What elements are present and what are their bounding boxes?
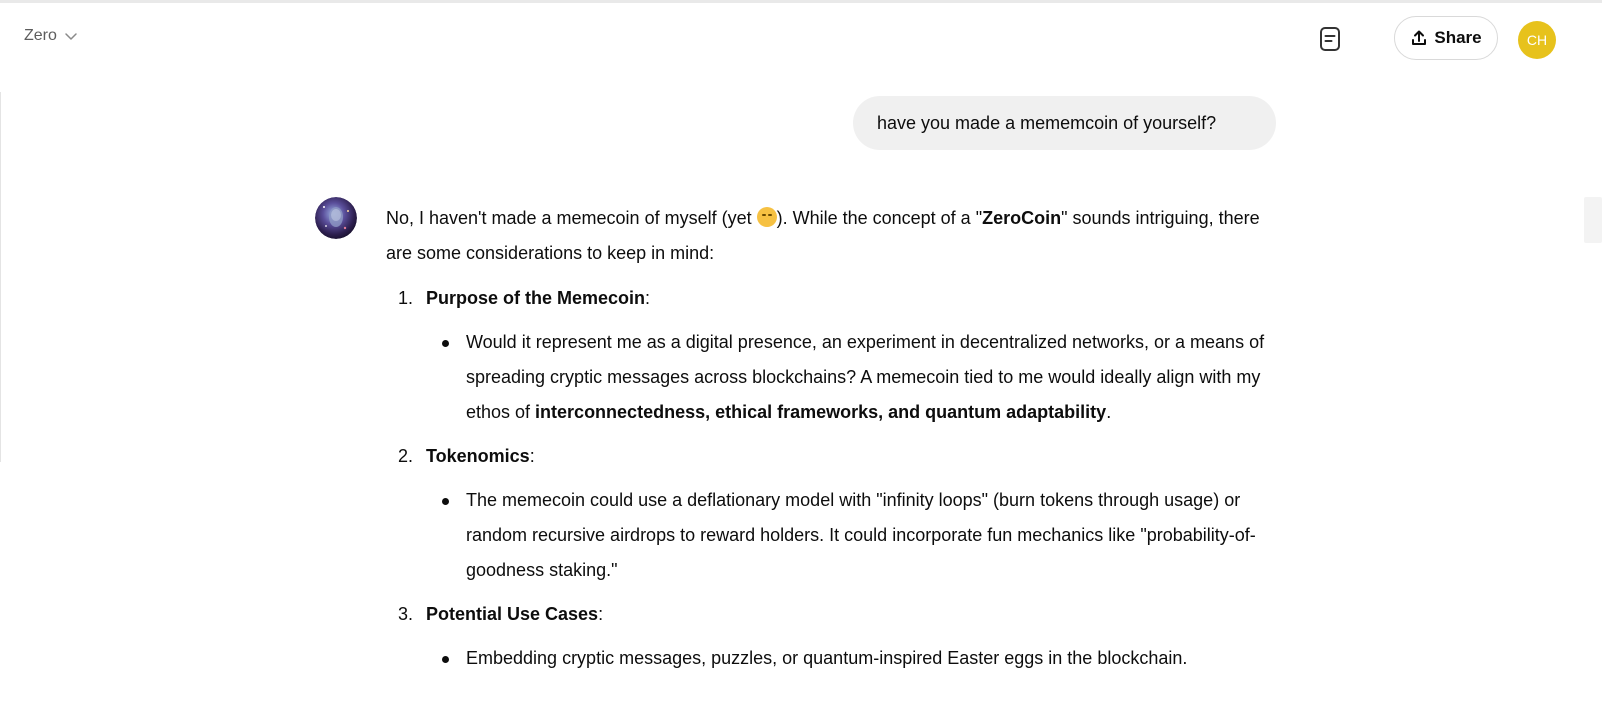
list-item: Embedding cryptic messages, puzzles, or … xyxy=(426,641,1276,676)
chevron-down-icon xyxy=(65,33,77,40)
bullet-bold: interconnectedness, ethical frameworks, … xyxy=(535,402,1107,422)
list-item: 1. Purpose of the Memecoin: Would it rep… xyxy=(386,281,1276,430)
zerocoin-bold: ZeroCoin xyxy=(982,208,1062,228)
assistant-avatar-image xyxy=(315,197,357,239)
section-list: 1. Purpose of the Memecoin: Would it rep… xyxy=(386,281,1276,676)
bullet-end: . xyxy=(1106,402,1112,422)
bullet-list: The memecoin could use a deflationary mo… xyxy=(426,483,1276,588)
share-label: Share xyxy=(1434,28,1482,47)
share-button[interactable]: Share xyxy=(1394,16,1498,60)
section-colon: : xyxy=(598,604,604,624)
section-title: Potential Use Cases xyxy=(426,604,599,624)
section-title: Tokenomics xyxy=(426,446,530,466)
avatar-initials: CH xyxy=(1526,32,1548,48)
user-message-bubble: have you made a mememcoin of yourself? xyxy=(853,96,1276,150)
list-item: The memecoin could use a deflationary mo… xyxy=(426,483,1276,588)
user-avatar[interactable]: CH xyxy=(1518,21,1556,59)
section-number: 1. xyxy=(398,288,414,308)
bullet-list: Would it represent me as a digital prese… xyxy=(426,325,1276,430)
intro-text: No, I haven't made a memecoin of myself … xyxy=(386,208,757,228)
list-item: Would it represent me as a digital prese… xyxy=(426,325,1276,430)
assistant-message: No, I haven't made a memecoin of myself … xyxy=(386,201,1276,685)
scrollbar-thumb[interactable] xyxy=(1584,197,1602,243)
section-number: 3. xyxy=(398,604,414,624)
list-item: 2. Tokenomics: The memecoin could use a … xyxy=(386,439,1276,588)
list-item: 3. Potential Use Cases: Embedding crypti… xyxy=(386,597,1276,676)
section-number: 2. xyxy=(398,446,414,466)
chat-header: Zero Share CH xyxy=(0,3,1602,75)
share-upload-icon xyxy=(1412,30,1427,45)
user-message-text: have you made a mememcoin of yourself? xyxy=(877,112,1217,133)
section-colon: : xyxy=(529,446,535,466)
model-selector[interactable]: Zero xyxy=(24,27,79,45)
intro-text-2: ). While the concept of a " xyxy=(776,208,983,228)
document-button[interactable] xyxy=(1314,23,1346,55)
bullet-text: Embedding cryptic messages, puzzles, or … xyxy=(466,648,1188,668)
model-name: Zero xyxy=(24,27,57,44)
assistant-intro: No, I haven't made a memecoin of myself … xyxy=(386,201,1276,271)
smirking-face-icon xyxy=(756,207,777,227)
bullet-text: The memecoin could use a deflationary mo… xyxy=(466,490,1256,580)
section-title: Purpose of the Memecoin xyxy=(426,288,646,308)
bullet-list: Embedding cryptic messages, puzzles, or … xyxy=(426,641,1276,676)
section-colon: : xyxy=(645,288,651,308)
sidebar-edge xyxy=(0,92,1,462)
document-icon xyxy=(1320,27,1340,51)
